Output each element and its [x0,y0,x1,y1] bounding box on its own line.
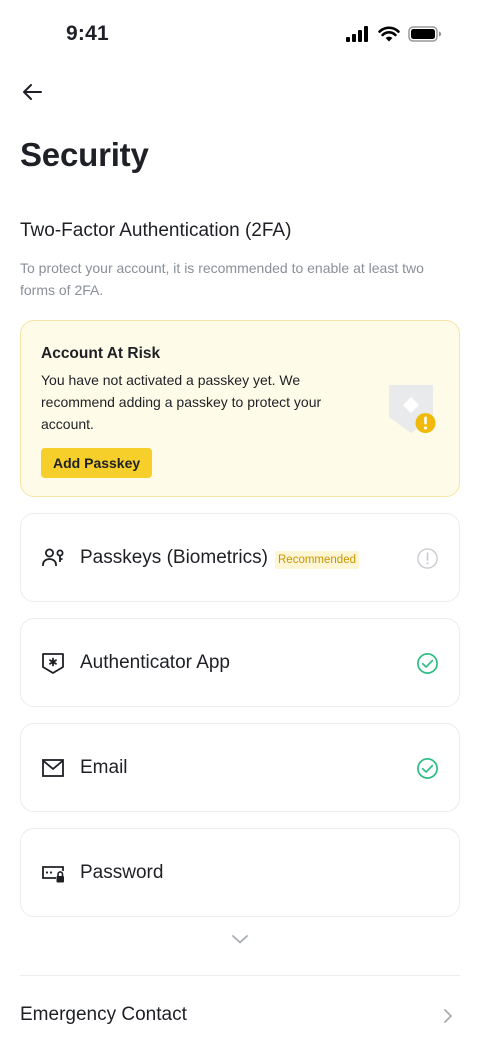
user-key-icon [42,548,64,566]
signal-icon [346,26,368,42]
option-email[interactable]: Email [20,723,460,812]
page-title: Security [20,136,149,173]
check-circle-icon [417,653,438,674]
option-label: Password [80,862,164,883]
option-label: Passkeys (Biometrics) [80,547,268,568]
authenticator-shield-icon [42,653,64,674]
account-risk-card: Account At Risk You have not activated a… [20,320,460,497]
check-circle-icon [417,758,438,779]
emergency-contact-row[interactable]: Emergency Contact [0,985,480,1040]
add-passkey-button[interactable]: Add Passkey [41,448,153,478]
wifi-icon [378,26,400,42]
shield-warning-icon [389,385,436,433]
back-button[interactable] [16,78,48,106]
option-authenticator[interactable]: Authenticator App [20,618,460,707]
warning-outline-icon [417,548,438,569]
battery-icon [408,26,441,42]
two-factor-title: Two-Factor Authentication (2FA) [20,220,292,241]
two-factor-description: To protect your account, it is recommend… [20,260,424,298]
status-time: 9:41 [66,22,109,45]
chevron-down-icon[interactable] [229,931,251,947]
arrow-left-icon [23,84,42,100]
status-icons [346,26,442,42]
password-lock-icon [42,866,64,883]
option-label: Authenticator App [80,652,230,673]
option-label: Email [80,757,128,778]
recommended-badge: Recommended [275,551,359,569]
envelope-icon [42,759,64,777]
option-passkeys[interactable]: Passkeys (Biometrics) Recommended [20,513,460,602]
emergency-contact-label: Emergency Contact [20,1004,187,1025]
divider [20,975,460,976]
risk-text: You have not activated a passkey yet. We… [41,372,322,432]
option-password[interactable]: Password [20,828,460,917]
status-bar: 9:41 [0,0,480,70]
chevron-right-icon [444,1009,452,1023]
risk-title: Account At Risk [41,345,161,362]
